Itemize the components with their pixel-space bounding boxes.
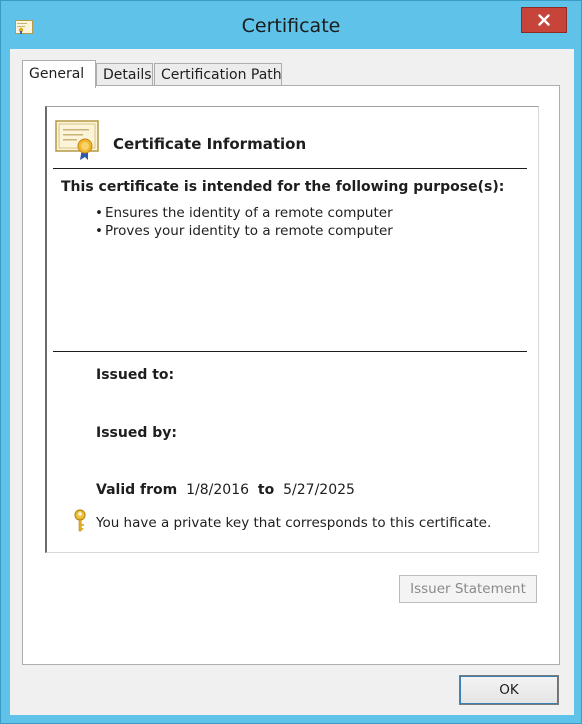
issued-by-label: Issued by: [96,425,177,441]
valid-from-label: Valid from [96,482,178,498]
close-button[interactable] [521,7,567,33]
valid-to-date: 5/27/2025 [283,482,355,498]
certificate-info-icon [55,119,101,165]
tab-general-label: General [29,66,85,82]
details-divider [53,351,527,352]
purpose-heading: This certificate is intended for the fol… [61,179,505,195]
tab-certification-path[interactable]: Certification Path [154,63,282,86]
valid-to-label: to [257,482,275,498]
purpose-item: • Proves your identity to a remote comput… [95,223,393,239]
purpose-list: • Ensures the identity of a remote comput… [95,205,393,241]
valid-from-date: 1/8/2016 [186,482,250,498]
private-key-note: You have a private key that corresponds … [96,515,492,531]
key-icon [73,509,87,537]
dialog-body: General Details Certification Path Certi… [10,49,574,715]
ok-button[interactable]: OK [459,675,559,705]
general-tab-panel: Certificate Information This certificate… [22,85,560,665]
tab-certification-path-label: Certification Path [161,67,282,83]
certificate-dialog: Certificate General Details Certificatio… [0,0,582,724]
purpose-item: • Ensures the identity of a remote comput… [95,205,393,221]
validity-row: Valid from 1/8/2016 to 5/27/2025 [96,482,355,498]
issued-to-label: Issued to: [96,367,175,383]
tab-general[interactable]: General [22,60,96,88]
certificate-info-box: Certificate Information This certificate… [45,106,539,553]
close-icon [538,14,550,26]
certificate-info-title: Certificate Information [113,135,307,153]
tab-details[interactable]: Details [96,63,153,86]
title-bar[interactable]: Certificate [1,1,581,49]
header-divider [53,168,527,169]
tab-details-label: Details [103,67,152,83]
issuer-statement-button[interactable]: Issuer Statement [399,575,537,603]
window-title: Certificate [241,15,341,37]
